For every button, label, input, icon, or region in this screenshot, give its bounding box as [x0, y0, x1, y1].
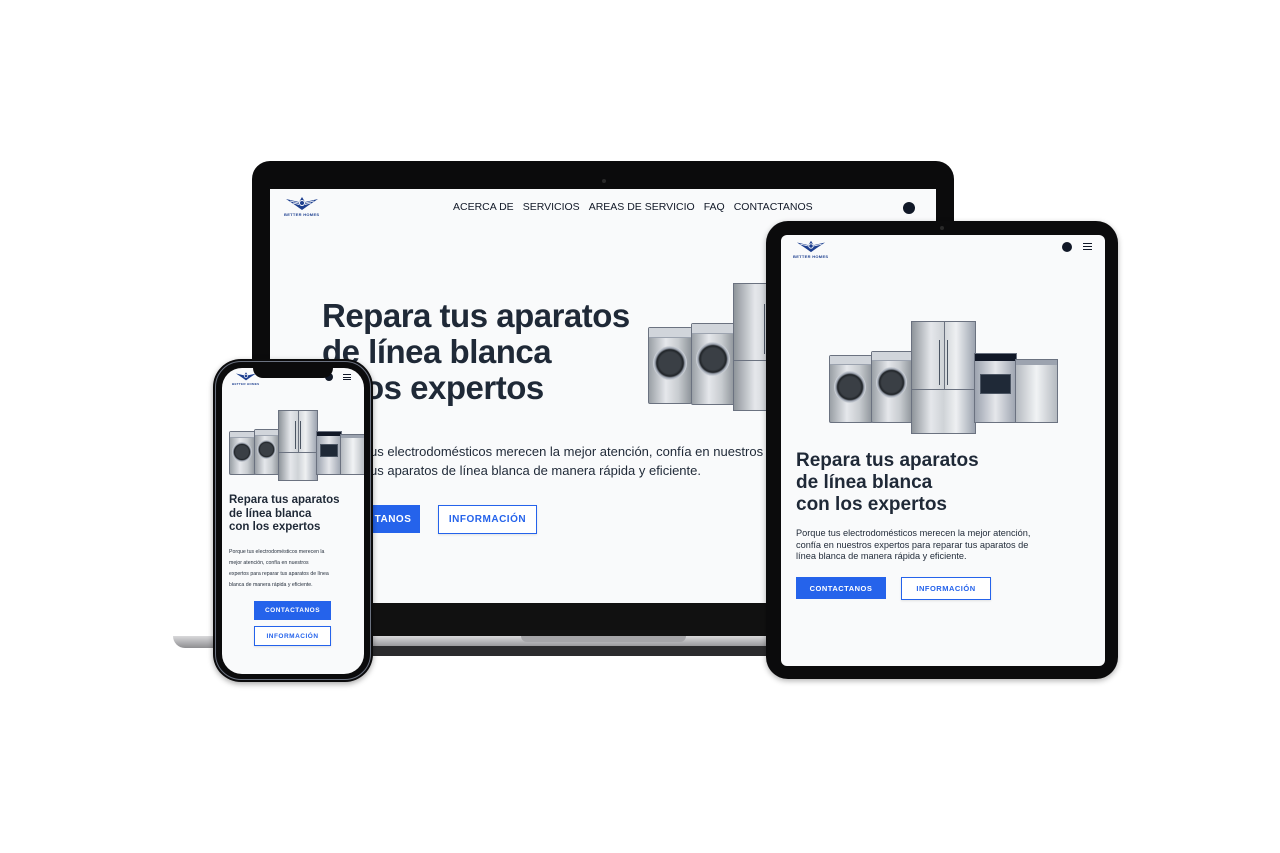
hero-title-line-1: Repara tus aparatos [796, 450, 979, 471]
hero-title-line-1: Repara tus aparatos [229, 494, 340, 506]
logo-text: BETTER HOMES [232, 382, 260, 386]
informacion-button[interactable]: INFORMACIÓN [438, 505, 537, 534]
wing-logo-icon [285, 195, 319, 211]
logo-text: BETTER HOMES [793, 254, 829, 259]
contactanos-button[interactable]: TANOS [366, 505, 420, 533]
hero-text: Porque tus electrodomésticos merecen la … [229, 547, 329, 591]
hero-text-line-2: mejor atención, confía en nuestros [229, 560, 309, 566]
tablet-camera [940, 226, 944, 230]
contactanos-button[interactable]: CONTACTANOS [254, 601, 331, 620]
hero-text-line-2: confía en nuestros expertos para reparar… [796, 539, 1029, 550]
hamburger-menu-icon[interactable] [1083, 243, 1092, 250]
hero-title-line-3: con los expertos [229, 521, 321, 533]
hero-title-line-3: con los expertos [796, 494, 947, 515]
main-nav: ACERCA DE SERVICIOS AREAS DE SERVICIO FA… [453, 201, 813, 213]
hero-title-line-2: de línea blanca [229, 507, 312, 520]
phone-notch [253, 366, 333, 378]
site-logo[interactable]: BETTER HOMES [793, 239, 828, 259]
hero-title-line-2: de línea blanca [796, 472, 933, 493]
hero-text-line-1: us electrodomésticos merecen la mejor at… [370, 444, 764, 459]
hamburger-menu-icon[interactable] [343, 374, 351, 380]
hero-text-line-1: Porque tus electrodomésticos merecen la … [796, 528, 1031, 538]
nav-item-servicios[interactable]: SERVICIOS [523, 201, 580, 213]
moon-icon[interactable] [1062, 242, 1072, 252]
laptop-notch [521, 636, 686, 642]
hero-text: us electrodomésticos merecen la mejor at… [370, 442, 763, 480]
site-logo[interactable]: BETTER HOMES [284, 195, 319, 217]
hero-text-line-1: Porque tus electrodomésticos merecen la [229, 549, 325, 555]
informacion-button[interactable]: INFORMACIÓN [254, 626, 331, 646]
informacion-button[interactable]: INFORMACIÓN [901, 577, 991, 600]
moon-icon[interactable] [903, 202, 915, 214]
nav-item-acerca[interactable]: ACERCA DE [453, 201, 514, 213]
nav-item-areas[interactable]: AREAS DE SERVICIO [589, 201, 695, 213]
tablet-website: BETTER HOMES Repara tus aparatos de líne… [781, 235, 1105, 666]
nav-item-faq[interactable]: FAQ [704, 201, 725, 213]
hero-text-line-3: expertos para reparar tus aparatos de lí… [229, 571, 329, 577]
hero-text-line-3: línea blanca de manera rápida y eficient… [796, 551, 967, 561]
logo-text: BETTER HOMES [284, 212, 320, 217]
hero-title-line-1: Repara tus aparatos [322, 297, 630, 334]
hero-text-line-4: blanca de manera rápida y eficiente. [229, 582, 313, 588]
hero-text: Porque tus electrodomésticos merecen la … [796, 528, 1030, 563]
phone-website: BETTER HOMES Repara tus aparatos de líne… [222, 368, 364, 674]
hero-text-line-2: us aparatos de línea blanca de manera rá… [370, 463, 701, 478]
wing-logo-icon [796, 239, 826, 253]
nav-item-contactanos[interactable]: CONTACTANOS [734, 201, 813, 213]
hero-title-line-2: de línea blanca [322, 333, 552, 370]
hero-title: Repara tus aparatos de línea blanca con … [229, 494, 340, 535]
contactanos-button[interactable]: CONTACTANOS [796, 577, 886, 599]
laptop-camera [602, 179, 606, 183]
hero-title: Repara tus aparatos de línea blanca con … [796, 450, 979, 516]
